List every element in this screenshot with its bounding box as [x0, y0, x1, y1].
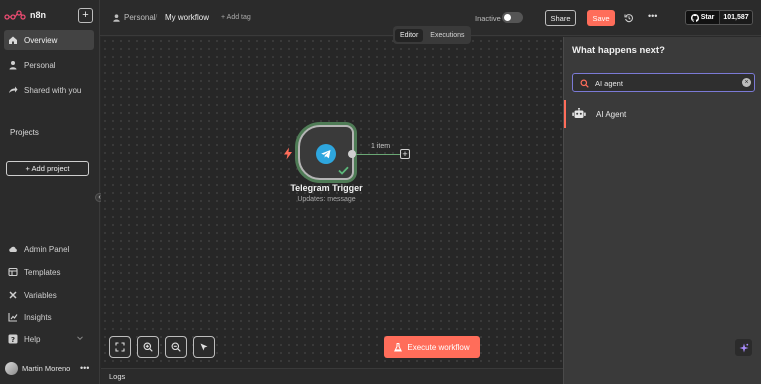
node-output-handle[interactable] [348, 150, 356, 158]
user-name: Martin Moreno [22, 363, 71, 373]
save-button[interactable]: Save [587, 10, 615, 26]
home-icon [8, 35, 18, 45]
github-star-label: Star [700, 14, 715, 21]
github-star-button[interactable]: Star 101,587 [685, 10, 753, 25]
node-subtitle: Updates: message [297, 196, 356, 203]
node-title: Telegram Trigger [290, 183, 363, 193]
sidebar-item-label: Insights [24, 312, 52, 322]
n8n-logo[interactable]: n8n [4, 9, 46, 21]
ai-assistant-button[interactable] [735, 339, 752, 356]
add-project-button[interactable]: + Add project [6, 161, 89, 176]
user-icon [8, 60, 18, 70]
fit-view-button[interactable] [109, 336, 131, 358]
app-name: n8n [30, 10, 47, 20]
search-icon [580, 79, 589, 90]
help-icon: ? [8, 334, 18, 344]
logs-label: Logs [109, 372, 126, 381]
sidebar: n8n + Overview Personal Shared with you … [0, 0, 100, 384]
sidebar-item-label: Variables [24, 290, 57, 300]
sidebar-item-admin-panel[interactable]: Admin Panel [4, 239, 94, 259]
sidebar-item-insights[interactable]: Insights [4, 307, 94, 327]
result-item-ai-agent[interactable]: AI Agent [564, 100, 761, 128]
node-creator-panel: What happens next? × AI Agent [563, 37, 761, 384]
create-button[interactable]: + [78, 8, 93, 23]
add-tag-button[interactable]: + Add tag [221, 14, 251, 21]
robot-icon [572, 107, 586, 121]
variables-icon [8, 290, 18, 300]
connection-edge [356, 153, 400, 155]
node-search[interactable]: × [572, 73, 755, 92]
search-input[interactable] [595, 76, 735, 90]
sidebar-item-label: Personal [24, 60, 56, 70]
sidebar-item-shared[interactable]: Shared with you [4, 80, 94, 100]
sidebar-item-personal[interactable]: Personal [4, 55, 94, 75]
user-more-icon[interactable]: ••• [80, 363, 89, 373]
sidebar-item-label: Shared with you [24, 85, 82, 95]
sidebar-item-overview[interactable]: Overview [4, 30, 94, 50]
edge-item-count: 1 item [371, 143, 391, 150]
flask-icon [394, 342, 403, 351]
user-menu[interactable]: Martin Moreno ••• [0, 358, 100, 378]
avatar [5, 361, 18, 375]
github-star-count: 101,587 [723, 14, 749, 21]
sidebar-item-label: Help [24, 334, 41, 344]
templates-icon [8, 267, 18, 277]
n8n-logo-icon [4, 10, 26, 20]
svg-text:?: ? [11, 336, 15, 344]
view-switcher: Editor Executions [393, 26, 471, 44]
result-item-label: AI Agent [596, 109, 627, 119]
tab-executions[interactable]: Executions [425, 29, 469, 42]
logs-bar[interactable]: Logs [101, 368, 563, 384]
telegram-icon [316, 144, 336, 164]
tidy-up-icon [200, 343, 208, 351]
breadcrumb-project-label: Personal [124, 13, 156, 22]
sidebar-item-help[interactable]: ? Help [4, 329, 94, 349]
more-options-icon[interactable]: ••• [648, 11, 657, 21]
user-icon [113, 13, 120, 22]
zoom-out-icon [171, 342, 181, 352]
sidebar-item-label: Overview [24, 35, 58, 45]
sidebar-item-templates[interactable]: Templates [4, 262, 94, 282]
workflow-status-label: Inactive [475, 14, 501, 23]
breadcrumb-separator: / [155, 13, 158, 22]
breadcrumb-project[interactable]: Personal [113, 13, 156, 22]
lightning-icon [283, 147, 293, 162]
cloud-icon [8, 244, 18, 254]
clear-search-icon[interactable]: × [742, 78, 751, 87]
projects-heading: Projects [10, 128, 39, 137]
add-node-button[interactable]: + [400, 149, 410, 159]
history-icon[interactable] [623, 12, 634, 23]
tab-editor[interactable]: Editor [395, 28, 424, 42]
zoom-out-button[interactable] [165, 336, 187, 358]
zoom-in-button[interactable] [137, 336, 159, 358]
sparkle-icon [739, 343, 748, 352]
github-icon [690, 13, 699, 22]
share-icon [8, 85, 18, 95]
zoom-in-icon [143, 342, 153, 352]
execute-workflow-label: Execute workflow [407, 342, 470, 352]
sidebar-item-label: Templates [24, 267, 61, 277]
active-toggle[interactable] [502, 12, 523, 23]
insights-icon [8, 312, 18, 322]
fit-view-icon [115, 342, 125, 352]
share-button[interactable]: Share [545, 10, 576, 26]
chevron-down-icon [76, 334, 84, 344]
tidy-up-button[interactable] [193, 336, 215, 358]
sidebar-item-label: Admin Panel [24, 244, 70, 254]
success-check-icon [338, 166, 349, 177]
execute-workflow-button[interactable]: Execute workflow [384, 336, 480, 358]
panel-title: What happens next? [572, 45, 665, 56]
workflow-title[interactable]: My workflow [165, 13, 209, 22]
sidebar-item-variables[interactable]: Variables [4, 285, 94, 305]
